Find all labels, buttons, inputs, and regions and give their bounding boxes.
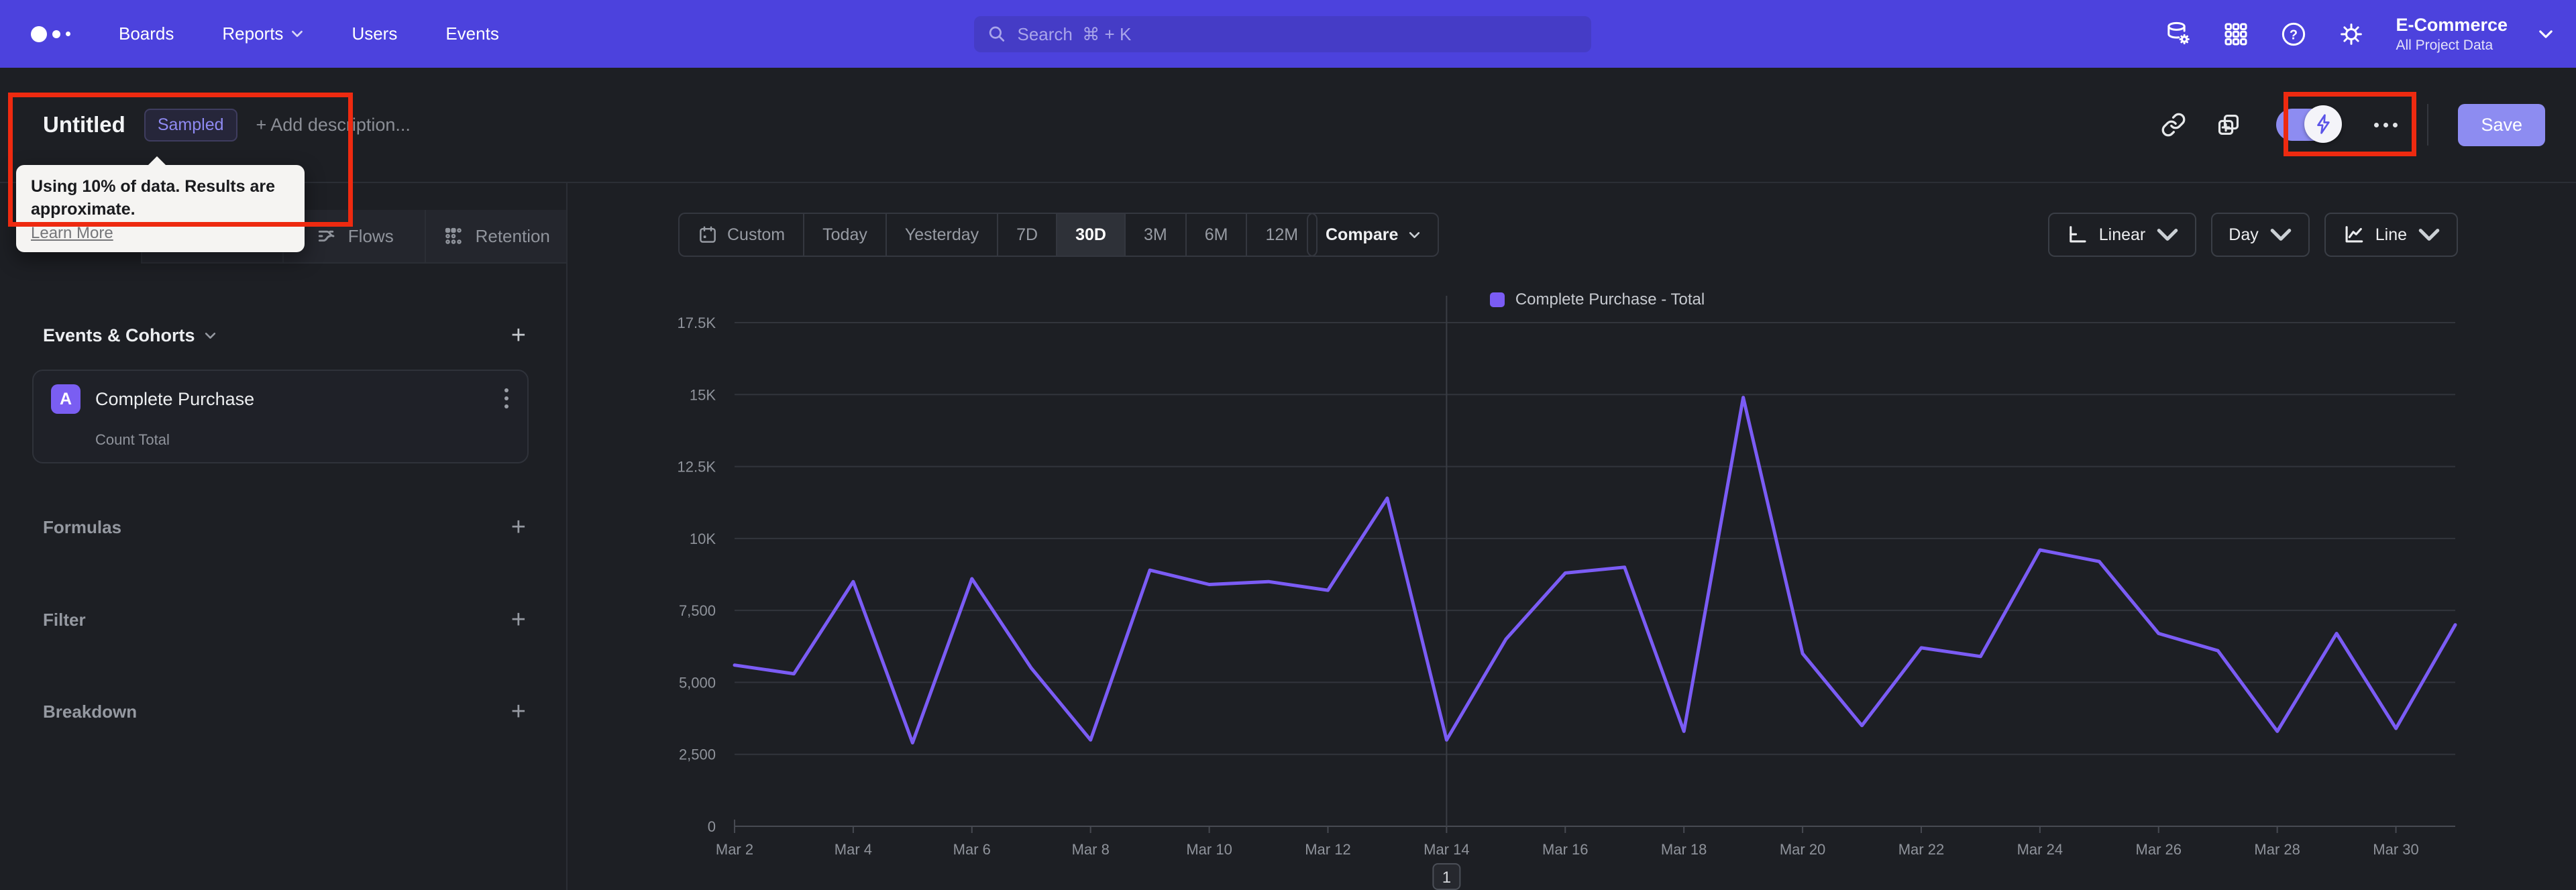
settings-gear-icon[interactable] bbox=[2338, 21, 2365, 48]
sampled-badge[interactable]: Sampled bbox=[144, 108, 237, 142]
flows-icon bbox=[318, 230, 335, 242]
report-header-bar: Untitled Sampled + Add description... Sa… bbox=[0, 68, 2576, 183]
save-button[interactable]: Save bbox=[2458, 103, 2545, 146]
x-tick-label: Mar 14 bbox=[1424, 841, 1469, 858]
add-event-button[interactable]: + bbox=[511, 323, 526, 348]
y-tick-label: 17.5K bbox=[678, 315, 716, 331]
nav-item-boards[interactable]: Boards bbox=[119, 23, 174, 44]
chevron-down-icon bbox=[2539, 30, 2553, 38]
chart-panel: Custom Today Yesterday 7D 30D 3M 6M 12M … bbox=[568, 183, 2576, 890]
mixpanel-logo-icon[interactable] bbox=[31, 25, 70, 42]
help-icon[interactable]: ? bbox=[2280, 21, 2307, 48]
y-tick-label: 0 bbox=[708, 818, 716, 835]
y-tick-label: 12.5K bbox=[678, 459, 716, 476]
y-tick-label: 5,000 bbox=[679, 674, 716, 691]
event-name[interactable]: Complete Purchase bbox=[95, 389, 254, 410]
x-tick-label: Mar 4 bbox=[835, 841, 872, 858]
apps-grid-icon[interactable] bbox=[2222, 21, 2249, 48]
add-filter-button[interactable]: + bbox=[511, 607, 526, 632]
x-tick-label: Mar 28 bbox=[2254, 841, 2300, 858]
project-scope: All Project Data bbox=[2396, 37, 2493, 53]
x-tick-label: Mar 30 bbox=[2373, 841, 2418, 858]
more-options-button[interactable] bbox=[2374, 122, 2398, 127]
x-tick-label: Mar 26 bbox=[2136, 841, 2182, 858]
add-breakdown-button[interactable]: + bbox=[511, 699, 526, 724]
x-tick-label: Mar 22 bbox=[1898, 841, 1944, 858]
toggle-knob bbox=[2304, 105, 2343, 143]
event-options-kebab[interactable] bbox=[504, 388, 508, 408]
filter-section-label: Filter bbox=[43, 609, 86, 630]
y-tick-label: 10K bbox=[690, 531, 716, 547]
events-cohorts-header[interactable]: Events & Cohorts bbox=[43, 325, 216, 346]
top-nav-bar: Boards Reports Users Events ? E-Commerce bbox=[0, 0, 2576, 68]
search-input[interactable] bbox=[1017, 23, 1578, 45]
global-search[interactable] bbox=[974, 16, 1591, 52]
x-tick-label: Mar 24 bbox=[2017, 841, 2063, 858]
report-title[interactable]: Untitled bbox=[43, 112, 125, 137]
divider bbox=[2427, 104, 2429, 146]
project-name: E-Commerce bbox=[2396, 14, 2508, 35]
data-management-icon[interactable] bbox=[2165, 21, 2192, 48]
y-tick-label: 7,500 bbox=[679, 602, 716, 619]
tab-retention[interactable]: Retention bbox=[424, 210, 566, 264]
series-line[interactable] bbox=[733, 396, 2457, 744]
event-letter-badge: A bbox=[51, 384, 80, 414]
add-description-button[interactable]: + Add description... bbox=[256, 115, 411, 135]
x-tick-label: Mar 12 bbox=[1305, 841, 1350, 858]
nav-item-reports[interactable]: Reports bbox=[222, 23, 303, 44]
add-to-board-icon[interactable] bbox=[2216, 112, 2241, 137]
x-tick-label: Mar 20 bbox=[1780, 841, 1825, 858]
x-tick-label: Mar 10 bbox=[1186, 841, 1232, 858]
sampling-tooltip: Using 10% of data. Results are approxima… bbox=[16, 156, 305, 252]
annotation-marker-label: 1 bbox=[1442, 869, 1451, 887]
query-builder-sidebar: Insights Funnels Flows Retent bbox=[0, 183, 568, 890]
retention-icon bbox=[445, 227, 462, 244]
y-tick-label: 15K bbox=[690, 386, 716, 403]
lightning-bolt-icon bbox=[2317, 114, 2330, 134]
sampling-toggle[interactable] bbox=[2276, 105, 2343, 143]
event-card-complete-purchase[interactable]: A Complete Purchase Count Total bbox=[32, 370, 529, 463]
nav-item-events[interactable]: Events bbox=[445, 23, 499, 44]
x-tick-label: Mar 6 bbox=[953, 841, 991, 858]
learn-more-link[interactable]: Learn More bbox=[31, 224, 113, 243]
x-tick-label: Mar 2 bbox=[716, 841, 753, 858]
add-formula-button[interactable]: + bbox=[511, 514, 526, 540]
tooltip-text: Using 10% of data. Results are approxima… bbox=[31, 177, 276, 219]
svg-text:?: ? bbox=[2290, 27, 2298, 42]
x-tick-label: Mar 16 bbox=[1542, 841, 1588, 858]
nav-item-users[interactable]: Users bbox=[352, 23, 397, 44]
y-tick-label: 2,500 bbox=[679, 746, 716, 763]
x-tick-label: Mar 8 bbox=[1072, 841, 1110, 858]
chevron-down-icon bbox=[292, 30, 303, 38]
event-metric[interactable]: Count Total bbox=[95, 431, 170, 449]
breakdown-section-label: Breakdown bbox=[43, 701, 138, 722]
project-selector[interactable]: E-Commerce All Project Data bbox=[2396, 15, 2508, 54]
share-link-icon[interactable] bbox=[2161, 112, 2186, 137]
chevron-down-icon bbox=[205, 332, 215, 339]
formulas-section-label: Formulas bbox=[43, 516, 122, 537]
line-chart: 0 2,500 5,000 7,500 10K 12.5K 15K 17.5K 1 Mar 2 Ma… bbox=[678, 296, 2457, 890]
search-icon bbox=[989, 26, 1005, 42]
x-tick-label: Mar 18 bbox=[1661, 841, 1707, 858]
